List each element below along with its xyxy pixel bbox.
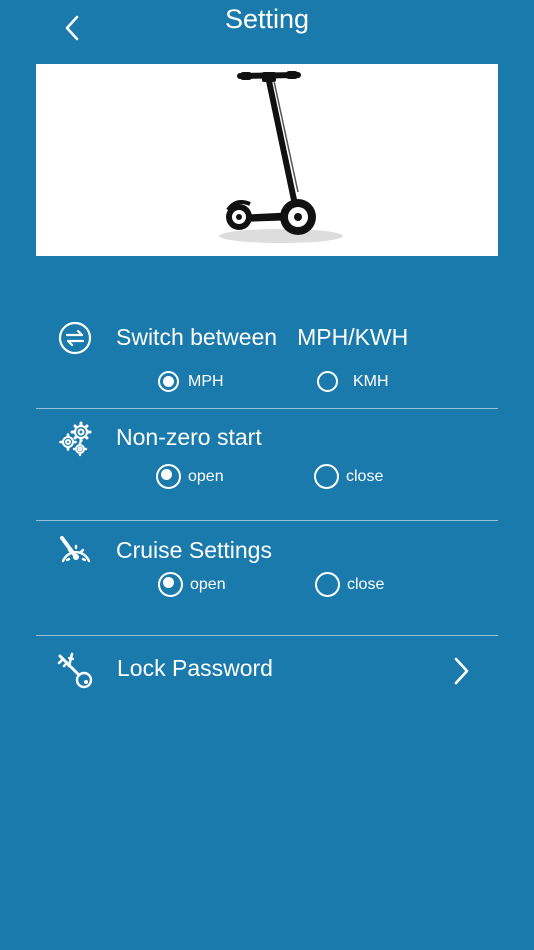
radio-circle[interactable] (315, 572, 340, 597)
divider (36, 408, 498, 409)
cruise-settings-title: Cruise Settings (116, 537, 272, 563)
radio-circle[interactable] (317, 371, 338, 392)
gears-icon (58, 421, 94, 462)
radio-non-zero-close[interactable]: close (314, 464, 383, 489)
radio-cruise-open[interactable]: open (158, 572, 226, 597)
units-title: Switch between MPH/KWH (116, 324, 408, 351)
units-title-suffix: MPH/KWH (297, 324, 409, 350)
radio-non-zero-close-label: close (346, 467, 384, 485)
chevron-right-icon (449, 656, 473, 691)
radio-circle[interactable] (314, 464, 339, 489)
radio-circle-checked[interactable] (156, 464, 181, 489)
page-title: Setting (224, 4, 310, 34)
radio-circle-checked[interactable] (158, 572, 183, 597)
keys-icon (56, 652, 96, 695)
radio-kmh-label: KMH (353, 372, 389, 390)
header: Setting (0, 0, 534, 56)
lock-password-title: Lock Password (117, 655, 273, 681)
speedometer-icon (58, 535, 94, 572)
lock-password-row[interactable]: Lock Password (36, 640, 498, 700)
radio-circle-checked[interactable] (158, 371, 179, 392)
radio-non-zero-open[interactable]: open (156, 464, 224, 489)
radio-cruise-close-label: close (347, 575, 385, 593)
scooter-image (36, 64, 498, 256)
scooter-illustration (219, 71, 343, 243)
radio-mph-label: MPH (188, 372, 224, 390)
divider (36, 635, 498, 636)
radio-mph[interactable]: MPH (158, 371, 224, 392)
radio-cruise-close[interactable]: close (315, 572, 384, 597)
swap-icon (58, 321, 92, 360)
radio-kmh[interactable]: KMH (317, 371, 389, 392)
units-title-label: Switch between (116, 324, 278, 350)
radio-cruise-open-label: open (190, 575, 226, 593)
divider (36, 520, 498, 521)
radio-non-zero-open-label: open (188, 467, 224, 485)
non-zero-start-title: Non-zero start (116, 424, 262, 450)
